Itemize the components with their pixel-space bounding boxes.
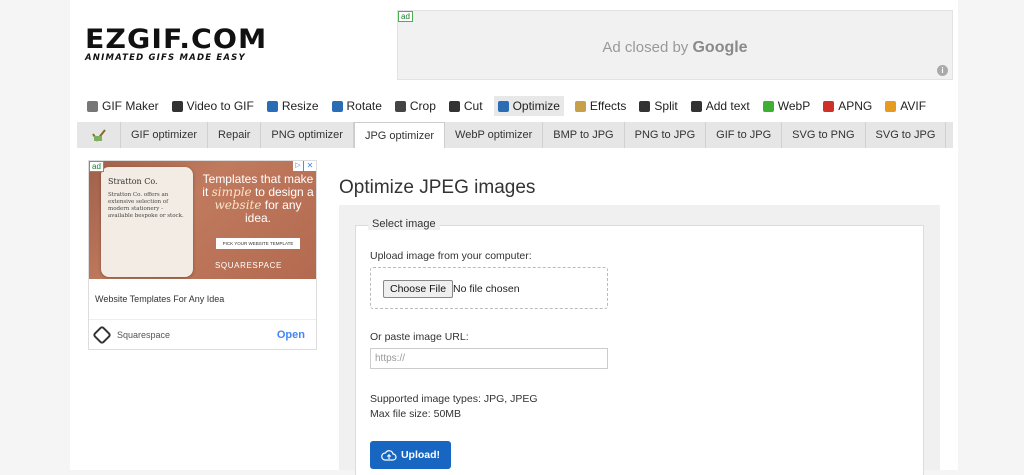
top-ad-banner: ad Ad closed by Google i (397, 10, 953, 80)
subnav-jpg-optimizer[interactable]: JPG optimizer (353, 122, 446, 148)
rotate-icon (331, 100, 343, 112)
url-input[interactable]: https:// (370, 348, 608, 369)
ad-caption[interactable]: Website Templates For Any Idea (95, 294, 224, 304)
webp-icon (762, 100, 774, 112)
nav-item-rotate[interactable]: Rotate (330, 96, 384, 116)
ad-card-body: Stratton Co. offers an extensive selecti… (108, 192, 184, 219)
optimize-home-icon[interactable] (77, 122, 121, 148)
nav-item-label: Resize (281, 99, 319, 113)
nav-item-label: WebP (777, 99, 811, 113)
nav-item-label: Effects (589, 99, 627, 113)
subnav-repair[interactable]: Repair (208, 122, 262, 148)
choose-file-button[interactable]: Choose File (383, 280, 454, 298)
ad-cta-button[interactable]: PICK YOUR WEBSITE TEMPLATE (216, 238, 300, 249)
apng-icon (823, 100, 835, 112)
nav-item-label: Crop (409, 99, 436, 113)
ezgif-logo[interactable]: EZGIF.COM ANIMATED GIFS MADE EASY (85, 26, 266, 63)
nav-item-label: Cut (463, 99, 483, 113)
supported-types: Supported image types: JPG, JPEG (370, 393, 538, 405)
nav-item-avif[interactable]: AVIF (883, 96, 928, 116)
avif-icon (885, 100, 897, 112)
nav-item-label: Rotate (346, 99, 382, 113)
nav-item-split[interactable]: Split (637, 96, 679, 116)
ad-tag: ad (89, 161, 104, 172)
open-button[interactable]: Open (277, 329, 305, 341)
nav-item-label: GIF Maker (102, 99, 159, 113)
file-dropzone[interactable]: Choose File No file chosen (370, 267, 608, 309)
nav-item-cut[interactable]: Cut (447, 96, 485, 116)
add-text-icon (690, 100, 702, 112)
nav-item-add-text[interactable]: Add text (689, 96, 752, 116)
select-image-fieldset: Select image Upload image from your comp… (355, 218, 924, 475)
ad-image: Stratton Co. Stratton Co. offers an exte… (89, 161, 316, 279)
ad-tag: ad (398, 11, 413, 22)
adchoices-icon[interactable]: ▷ (293, 161, 303, 171)
max-file-size: Max file size: 50MB (370, 408, 462, 420)
url-label: Or paste image URL: (370, 331, 469, 343)
squarespace-logo-icon (92, 325, 112, 345)
sub-nav: GIF optimizer Repair PNG optimizer JPG opti… (77, 122, 953, 148)
page: EZGIF.COM ANIMATED GIFS MADE EASY ad Ad … (70, 0, 958, 475)
side-ad[interactable]: Stratton Co. Stratton Co. offers an exte… (88, 160, 317, 350)
crop-icon (394, 100, 406, 112)
split-icon (639, 100, 651, 112)
cut-icon (448, 100, 460, 112)
subnav-webp-optimizer[interactable]: WebP optimizer (445, 122, 544, 148)
info-icon[interactable]: i (937, 65, 948, 76)
nav-item-optimize[interactable]: Optimize (493, 96, 564, 116)
nav-item-video-to-gif[interactable]: Video to GIF (170, 96, 256, 116)
effects-icon (574, 100, 586, 112)
nav-item-resize[interactable]: Resize (265, 96, 321, 116)
cloud-upload-icon (381, 450, 397, 461)
nav-item-label: Optimize (512, 99, 560, 113)
nav-item-effects[interactable]: Effects (573, 96, 628, 116)
upload-button-label: Upload! (400, 449, 441, 461)
ad-footer: Squarespace Open (89, 319, 316, 350)
ad-headline: Templates that make it simple to design … (202, 172, 314, 225)
subnav-png-optimizer[interactable]: PNG optimizer (261, 122, 354, 148)
gif-maker-icon (87, 100, 98, 112)
page-title: Optimize JPEG images (339, 177, 536, 198)
close-icon[interactable]: ✕ (304, 161, 316, 171)
subnav-svg-to-png[interactable]: SVG to PNG (782, 122, 866, 148)
subnav-png-to-jpg[interactable]: PNG to JPG (625, 122, 707, 148)
ad-card-title: Stratton Co. (108, 177, 158, 186)
main-nav: GIF Maker Video to GIF Resize Rotate Crop Cut… (85, 95, 937, 117)
nav-item-label: APNG (838, 99, 873, 113)
ad-brand: SQUARESPACE (215, 261, 282, 270)
nav-item-label: Split (654, 99, 678, 113)
film-icon (171, 100, 183, 112)
nav-item-webp[interactable]: WebP (761, 96, 812, 116)
nav-item-label: Video to GIF (186, 99, 254, 113)
ad-closed-text: Ad closed by Google (602, 39, 748, 56)
subnav-svg-to-jpg[interactable]: SVG to JPG (866, 122, 947, 148)
optimize-icon (497, 100, 509, 112)
upload-label: Upload image from your computer: (370, 250, 532, 262)
upload-panel: Select image Upload image from your comp… (339, 205, 940, 475)
upload-button[interactable]: Upload! (370, 441, 451, 469)
advertiser-name: Squarespace (117, 330, 171, 340)
logo-text: EZGIF.COM (85, 24, 268, 55)
nav-item-gif-maker[interactable]: GIF Maker (85, 96, 161, 116)
fieldset-legend: Select image (368, 218, 440, 230)
ad-card: Stratton Co. Stratton Co. offers an exte… (101, 167, 193, 277)
no-file-text: No file chosen (453, 283, 520, 295)
subnav-gif-to-jpg[interactable]: GIF to JPG (706, 122, 783, 148)
nav-item-label: AVIF (900, 99, 927, 113)
subnav-gif-optimizer[interactable]: GIF optimizer (121, 122, 209, 148)
nav-item-label: Add text (705, 99, 750, 113)
nav-item-crop[interactable]: Crop (393, 96, 438, 116)
nav-item-apng[interactable]: APNG (821, 96, 874, 116)
subnav-bmp-to-jpg[interactable]: BMP to JPG (543, 122, 625, 148)
resize-icon (266, 100, 278, 112)
